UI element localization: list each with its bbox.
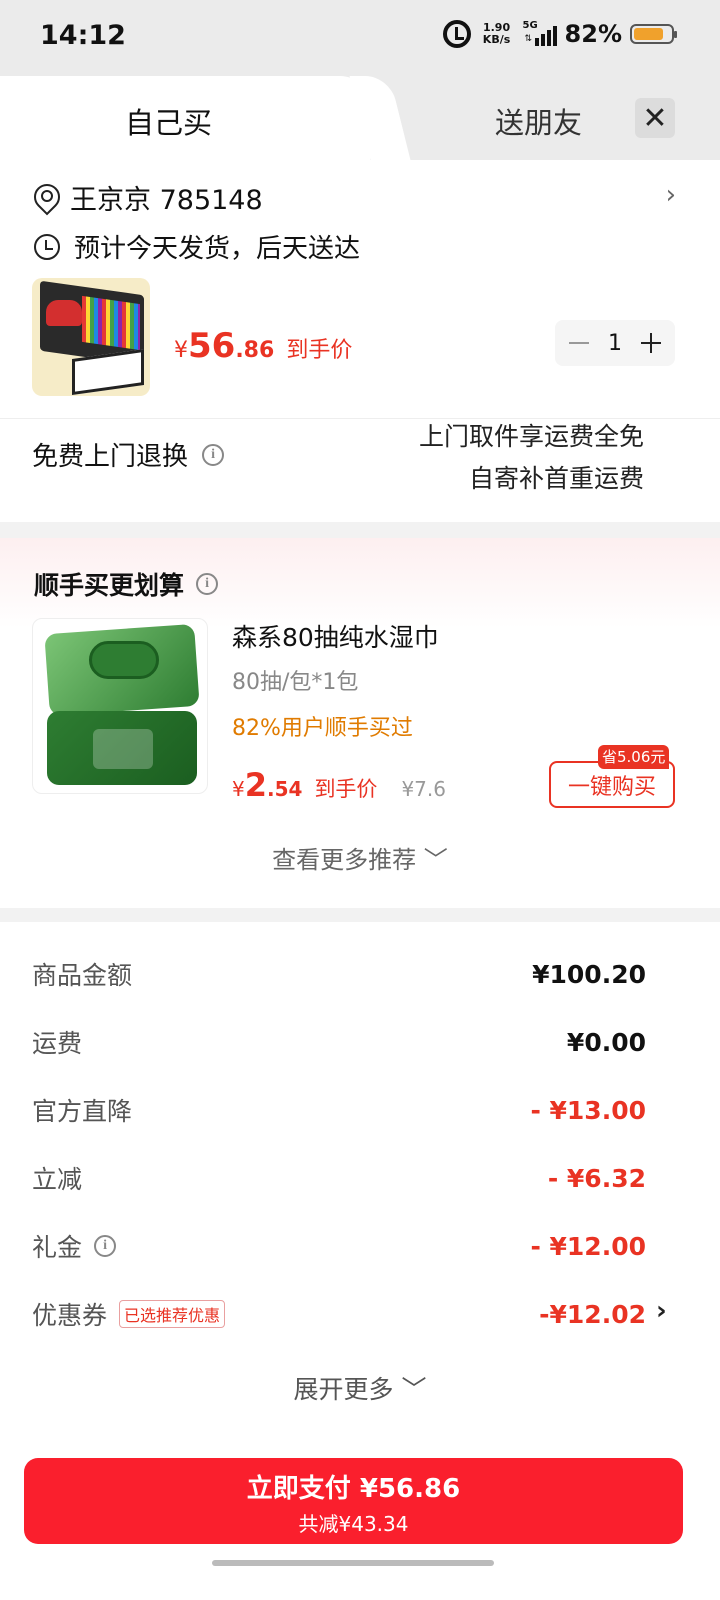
- pay-now-button[interactable]: 立即支付 ¥56.86 共减¥43.34: [24, 1458, 683, 1544]
- address-name-phone: 王京京 785148: [70, 185, 263, 216]
- product-image[interactable]: [32, 278, 150, 396]
- price-decimal: .86: [235, 338, 275, 363]
- fee-value: ¥100.20: [532, 959, 646, 989]
- alarm-icon: [442, 20, 471, 48]
- price-tag: 到手价: [286, 338, 353, 363]
- save-badge: 省5.06元: [598, 745, 670, 769]
- pay-saved-label: 共减¥43.34: [298, 1512, 409, 1536]
- return-line-2: 自寄补首重运费: [468, 464, 644, 493]
- recommend-product-spec: 80抽/包*1包: [232, 670, 359, 695]
- fee-label-with-tag: 优惠券 已选推荐优惠: [32, 1296, 226, 1332]
- recommend-title-text: 顺手买更划算: [34, 571, 185, 600]
- chevron-right-icon[interactable]: ›: [666, 180, 676, 210]
- fee-label: 立减: [32, 1165, 83, 1194]
- network-type: 5G: [522, 20, 538, 31]
- price-integer: 2: [244, 766, 267, 804]
- recommend-product-name[interactable]: 森系80抽纯水湿巾: [232, 618, 439, 654]
- signal-icon: 5G ⇅: [522, 20, 557, 46]
- purchase-tabs: [0, 76, 720, 160]
- quantity-value[interactable]: 1: [608, 331, 622, 356]
- info-icon[interactable]: i: [196, 573, 219, 595]
- status-time: 14:12: [40, 20, 126, 51]
- plus-button[interactable]: [641, 333, 661, 353]
- more-recommendations-link[interactable]: 查看更多推荐 ﹀: [0, 840, 720, 875]
- close-icon: ✕: [642, 100, 668, 136]
- recommend-product-price: ¥ 2 .54 到手价 ¥7.6: [232, 766, 446, 804]
- original-price: ¥7.6: [401, 777, 446, 801]
- net-speed: 1.90 KB/s: [479, 22, 515, 46]
- home-indicator[interactable]: [212, 1560, 494, 1566]
- free-return-label: 免费上门退换 i: [32, 436, 225, 473]
- free-return-text: 免费上门退换: [32, 442, 189, 472]
- fee-row-goods: 商品金额 ¥100.20: [32, 956, 646, 992]
- close-button[interactable]: ✕: [635, 98, 675, 138]
- tab-self-buy[interactable]: 自己买: [125, 100, 212, 142]
- status-bar: 14:12 1.90 KB/s 5G ⇅ 82%: [0, 0, 720, 76]
- fee-value: - ¥12.00: [530, 1231, 646, 1261]
- coupon-tag: 已选推荐优惠: [119, 1300, 226, 1328]
- fee-row-official-discount: 官方直降 - ¥13.00: [32, 1092, 646, 1128]
- info-icon[interactable]: i: [202, 443, 225, 466]
- price-currency: ¥: [174, 338, 188, 363]
- fee-row-shipping: 运费 ¥0.00: [32, 1024, 646, 1060]
- price-tag: 到手价: [314, 777, 378, 801]
- recommend-product-stat: 82%用户顺手买过: [232, 716, 413, 741]
- fee-label: 优惠券: [32, 1301, 108, 1330]
- battery-percent: 82%: [564, 20, 622, 48]
- fee-label-with-info: 礼金 i: [32, 1228, 117, 1264]
- delivery-eta: 预计今天发货，后天送达: [74, 234, 361, 264]
- address-row[interactable]: 王京京 785148: [34, 178, 263, 217]
- tab-send-friend[interactable]: 送朋友: [495, 100, 582, 142]
- delivery-eta-row: 预计今天发货，后天送达: [34, 228, 360, 265]
- product-price: ¥ 56 .86 到手价: [174, 326, 352, 366]
- return-description: 上门取件享运费全免 自寄补首重运费: [419, 416, 644, 500]
- fee-value: -¥12.02: [539, 1299, 646, 1329]
- net-speed-unit: KB/s: [482, 33, 511, 46]
- location-pin-icon: [34, 184, 56, 212]
- info-icon[interactable]: i: [94, 1235, 117, 1257]
- fee-label: 官方直降: [32, 1097, 133, 1126]
- fee-row-instant-discount: 立减 - ¥6.32: [32, 1160, 646, 1196]
- return-line-1: 上门取件享运费全免: [418, 422, 644, 451]
- minus-button[interactable]: [569, 342, 589, 344]
- price-currency: ¥: [232, 777, 245, 801]
- price-decimal: .54: [267, 777, 303, 801]
- battery-icon: [630, 24, 677, 44]
- fee-label: 礼金: [32, 1233, 83, 1262]
- data-arrows-icon: ⇅: [524, 34, 533, 44]
- quantity-stepper: 1: [555, 320, 675, 366]
- fee-label: 运费: [32, 1029, 83, 1058]
- pay-now-label: 立即支付 ¥56.86: [246, 1474, 461, 1504]
- fee-row-gift-money: 礼金 i - ¥12.00: [32, 1228, 646, 1264]
- status-icons: 1.90 KB/s 5G ⇅ 82%: [442, 20, 677, 48]
- recommend-product-image[interactable]: [32, 618, 208, 794]
- fee-label: 商品金额: [32, 961, 133, 990]
- fee-row-coupon[interactable]: 优惠券 已选推荐优惠 -¥12.02: [32, 1296, 646, 1332]
- fee-value: ¥0.00: [566, 1027, 646, 1057]
- chevron-right-icon[interactable]: ›: [656, 1296, 667, 1326]
- fee-value: - ¥13.00: [530, 1095, 646, 1125]
- price-integer: 56: [188, 326, 236, 366]
- expand-more-link[interactable]: 展开更多 ﹀: [0, 1370, 720, 1406]
- clock-icon: [34, 233, 60, 260]
- recommend-title: 顺手买更划算 i: [34, 566, 219, 602]
- fee-value: - ¥6.32: [547, 1163, 646, 1193]
